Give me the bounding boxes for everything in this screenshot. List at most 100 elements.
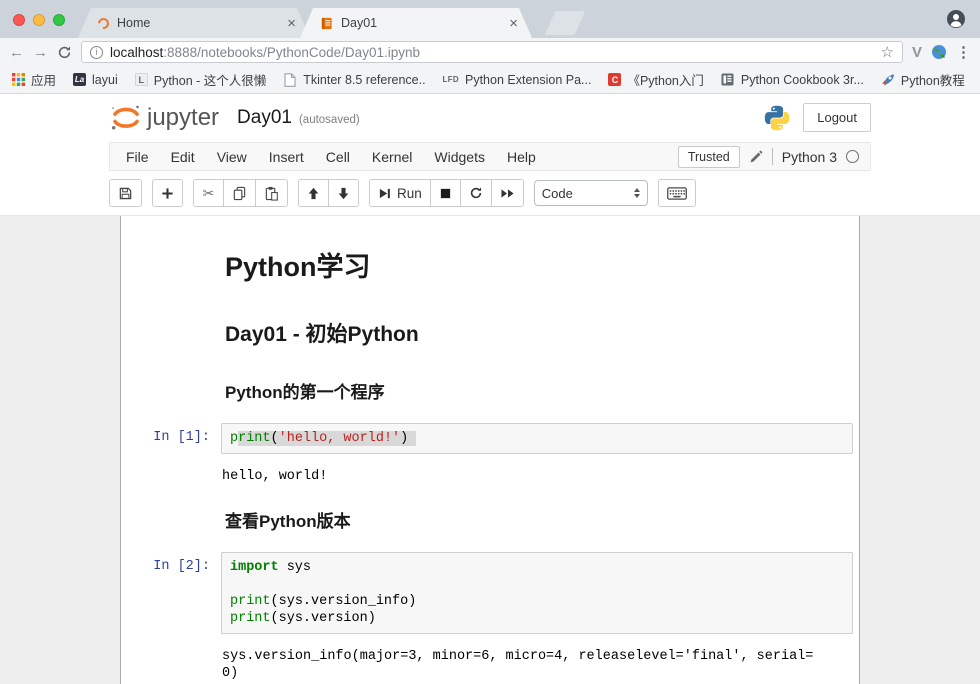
bookmark-python-blog[interactable]: L Python - 这个人很懒 (135, 70, 267, 89)
lfd-icon: LFD (443, 75, 459, 84)
kernel-idle-indicator (846, 150, 859, 163)
cell-prompt (121, 308, 221, 360)
cell-type-value: Code (542, 186, 573, 201)
step-forward-icon (378, 187, 391, 200)
jupyter-header: jupyter Day01 (autosaved) Logout (0, 94, 980, 141)
bookmark-label: 《Python入门 (627, 70, 703, 89)
bookmark-layui[interactable]: La layui (73, 73, 118, 87)
profile-avatar-icon[interactable] (946, 9, 966, 29)
bookmark-label: Python Cookbook 3r... (741, 73, 864, 87)
jupyter-wordmark[interactable]: jupyter (147, 104, 219, 132)
add-cell-button[interactable] (152, 179, 183, 207)
url-field[interactable]: i localhost:8888/notebooks/PythonCode/Da… (81, 41, 903, 63)
menu-file[interactable]: File (115, 149, 160, 165)
tab-day01[interactable]: Day01 × (300, 8, 532, 38)
zoom-window-button[interactable] (53, 14, 65, 26)
tab-close-icon[interactable]: × (509, 16, 518, 31)
notebook-scroll-area[interactable]: Python学习 Day01 - 初始Python Python的第一个程序 I… (0, 216, 980, 684)
rocket-icon (881, 73, 895, 87)
v-extension-icon[interactable]: V (912, 44, 922, 61)
heading-day01: Day01 - 初始Python (225, 318, 849, 348)
interrupt-kernel-button[interactable] (430, 179, 461, 207)
save-button[interactable] (109, 179, 142, 207)
restart-run-all-button[interactable] (491, 179, 524, 207)
menu-widgets[interactable]: Widgets (423, 149, 496, 165)
output-prompt (121, 642, 221, 684)
bookmark-label: Tkinter 8.5 reference.. (303, 73, 425, 87)
bookmark-tutorial[interactable]: Python教程 (881, 70, 965, 89)
bookmark-cookbook[interactable]: Python Cookbook 3r... (721, 73, 864, 87)
reload-button[interactable] (57, 45, 72, 60)
menubar: File Edit View Insert Cell Kernel Widget… (109, 142, 871, 171)
menu-cell[interactable]: Cell (315, 149, 361, 165)
url-host: localhost (110, 45, 163, 60)
menu-edit[interactable]: Edit (160, 149, 206, 165)
url-text: localhost:8888/notebooks/PythonCode/Day0… (110, 45, 420, 60)
menu-help[interactable]: Help (496, 149, 547, 165)
tabs: Home × Day01 × (78, 8, 580, 38)
menu-kernel[interactable]: Kernel (361, 149, 423, 165)
chrome-menu-icon[interactable]: ⋮ (956, 43, 971, 61)
page-icon (283, 73, 297, 87)
menu-view[interactable]: View (206, 149, 258, 165)
cell-prompt (121, 370, 221, 413)
python-logo-icon (763, 104, 791, 132)
move-cell-up-button[interactable] (298, 179, 329, 207)
heading-check-version: 查看Python版本 (225, 507, 849, 532)
divider (772, 148, 773, 165)
cell-prompt (121, 233, 221, 298)
back-button[interactable]: ← (9, 45, 24, 60)
bookmark-csdn[interactable]: C 《Python入门 (608, 70, 703, 89)
apps-grid-icon (11, 73, 25, 87)
restart-kernel-button[interactable] (460, 179, 492, 207)
bookmark-label: Python Extension Pa... (465, 73, 591, 87)
run-cell-button[interactable]: Run (369, 179, 431, 207)
bookmark-label: layui (92, 73, 118, 87)
address-bar-row: ← → i localhost:8888/notebooks/PythonCod… (0, 38, 980, 66)
copy-cell-button[interactable] (223, 179, 256, 207)
move-cell-down-button[interactable] (328, 179, 359, 207)
command-palette-button[interactable] (658, 179, 696, 207)
bookmark-tkinter[interactable]: Tkinter 8.5 reference.. (283, 73, 425, 87)
pencil-icon (749, 150, 763, 164)
paste-cell-button[interactable] (255, 179, 288, 207)
book-icon (721, 73, 735, 87)
bookmark-star-icon[interactable]: ☆ (881, 43, 894, 61)
notebook-page: Python学习 Day01 - 初始Python Python的第一个程序 I… (120, 216, 860, 684)
markdown-cell-h3-version[interactable]: 查看Python版本 (121, 494, 859, 547)
page-info-icon[interactable]: i (90, 46, 103, 59)
cell-prompt (121, 499, 221, 542)
input-prompt: In [2]: (121, 552, 221, 634)
close-window-button[interactable] (13, 14, 25, 26)
code-input-area[interactable]: import sys print(sys.version_info)print(… (221, 552, 853, 634)
code-cell-2[interactable]: In [2]: import sys print(sys.version_inf… (121, 547, 859, 639)
bookmark-apps[interactable]: 应用 (11, 70, 56, 89)
browser-window: Home × Day01 × ← → i localhost:8888/note… (0, 0, 980, 684)
csdn-c-icon: C (608, 73, 621, 86)
letter-l-icon: L (135, 73, 148, 86)
globe-extension-icon[interactable] (931, 44, 947, 60)
jupyter-logo-icon[interactable] (109, 101, 143, 135)
bookmark-lfd[interactable]: LFD Python Extension Pa... (443, 73, 592, 87)
notebook-favicon-icon (320, 17, 333, 30)
menu-insert[interactable]: Insert (258, 149, 315, 165)
minimize-window-button[interactable] (33, 14, 45, 26)
code-input-area[interactable]: print('hello, world!') (221, 423, 853, 454)
tab-title: Home (117, 16, 279, 30)
cut-cell-button[interactable]: ✂ (193, 179, 224, 207)
forward-button[interactable]: → (33, 45, 48, 60)
notebook-title[interactable]: Day01 (237, 107, 292, 129)
bookmark-label: Python - 这个人很懒 (154, 70, 267, 89)
trusted-button[interactable]: Trusted (678, 146, 740, 168)
cell-type-select[interactable]: Code (534, 180, 648, 206)
code-cell-1[interactable]: In [1]: print('hello, world!') (121, 418, 859, 459)
layui-icon: La (73, 73, 86, 86)
markdown-cell-h2[interactable]: Day01 - 初始Python (121, 303, 859, 365)
markdown-cell-h3-first-program[interactable]: Python的第一个程序 (121, 365, 859, 418)
tab-close-icon[interactable]: × (287, 16, 296, 31)
markdown-cell-h1[interactable]: Python学习 (121, 228, 859, 303)
tab-home[interactable]: Home × (78, 8, 310, 38)
output-prompt (121, 462, 221, 488)
new-tab-button[interactable] (545, 11, 586, 35)
logout-button[interactable]: Logout (803, 103, 871, 132)
